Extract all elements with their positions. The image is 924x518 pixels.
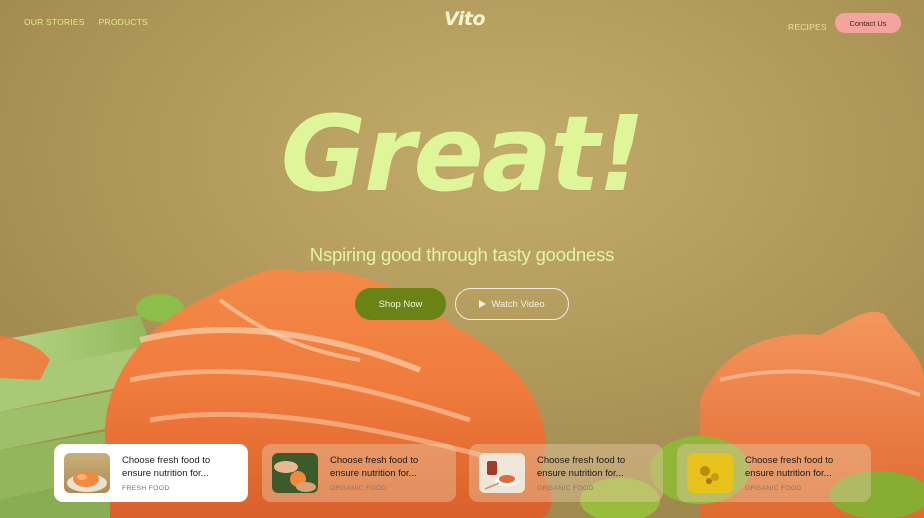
nav-left: OUR STORIES PRODUCTS — [24, 17, 148, 27]
yellow-food-thumb-image — [700, 466, 719, 484]
dish-thumb-image — [484, 461, 519, 490]
card-title: Choose fresh food to ensure nutrition fo… — [537, 455, 626, 479]
nav-right: RECIPES — [788, 17, 827, 35]
card-organic-food-3[interactable]: Choose fresh food to ensure nutrition fo… — [677, 444, 871, 502]
card-tag: ORGANIC FOOD — [330, 485, 387, 492]
hero-headline: Great! — [280, 93, 646, 215]
nav-link-recipes[interactable]: RECIPES — [788, 22, 827, 32]
play-icon — [479, 300, 487, 308]
nav-link-products[interactable]: PRODUCTS — [99, 17, 148, 27]
card-tag: ORGANIC FOOD — [537, 485, 594, 492]
watch-video-button[interactable]: Watch Video — [455, 288, 569, 320]
card-title: Choose fresh food to ensure nutrition fo… — [122, 455, 211, 479]
contact-us-button[interactable]: Contact Us — [835, 13, 901, 33]
card-title: Choose fresh food to ensure nutrition fo… — [745, 455, 834, 479]
nav-link-our-stories[interactable]: OUR STORIES — [24, 17, 85, 27]
card-thumbnail — [479, 453, 525, 493]
hero-section: OUR STORIES PRODUCTS Vito RECIPES Contac… — [0, 0, 924, 518]
logo[interactable]: Vito — [444, 8, 486, 30]
salmon-thumb-image — [67, 471, 107, 492]
card-thumbnail — [687, 453, 733, 493]
card-title: Choose fresh food to ensure nutrition fo… — [330, 455, 419, 479]
hand-fruit-thumb-image — [274, 461, 316, 492]
shop-now-button[interactable]: Shop Now — [355, 288, 446, 320]
hero-tagline: Nspiring good through tasty goodness — [309, 244, 615, 265]
watch-video-label: Watch Video — [491, 298, 545, 310]
card-thumbnail — [64, 453, 110, 493]
card-fresh-food[interactable]: Choose fresh food to ensure nutrition fo… — [54, 444, 248, 502]
card-tag: ORGANIC FOOD — [745, 485, 802, 492]
card-thumbnail — [272, 453, 318, 493]
card-organic-food-2[interactable]: Choose fresh food to ensure nutrition fo… — [469, 444, 663, 502]
card-organic-food-1[interactable]: Choose fresh food to ensure nutrition fo… — [262, 444, 456, 502]
card-tag: FRESH FOOD — [122, 485, 170, 492]
